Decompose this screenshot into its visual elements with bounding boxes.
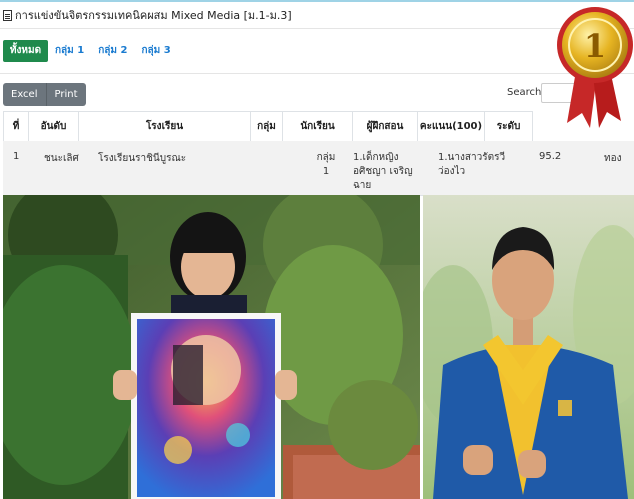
- column-header-group[interactable]: กลุ่ม: [250, 111, 283, 142]
- cell-coach: 1.นางสาวรัตรวี ว่องไว: [438, 152, 506, 177]
- column-header-no[interactable]: ที่: [3, 111, 29, 142]
- page-title: การแข่งขันจิตรกรรมเทคนิคผสม Mixed Media …: [3, 6, 292, 24]
- cell-level: ทอง: [604, 153, 622, 164]
- divider: [0, 73, 634, 74]
- export-button-group: Excel Print: [3, 83, 86, 106]
- column-header-coach[interactable]: ผู้ฝึกสอน: [352, 111, 418, 142]
- divider: [0, 28, 634, 29]
- document-icon: [3, 9, 12, 21]
- column-header-rank[interactable]: อันดับ: [28, 111, 79, 142]
- cell-school: โรงเรียนราชินีบูรณะ: [98, 153, 187, 164]
- student-photo: [3, 195, 420, 499]
- cell-group: กลุ่ม 1: [316, 152, 336, 177]
- cell-no: 1: [13, 151, 20, 162]
- group-tabs: ทั้งหมด กลุ่ม 1 กลุ่ม 2 กลุ่ม 3: [3, 40, 178, 62]
- table-row: 1 ชนะเลิศ โรงเรียนราชินีบูรณะ กลุ่ม 1 1.…: [3, 141, 634, 196]
- tab-all[interactable]: ทั้งหมด: [3, 40, 48, 62]
- cell-student: 1.เด็กหญิง อศิชญา เจริญฉาย: [353, 152, 413, 191]
- search-label: Search:: [507, 87, 545, 98]
- cell-score: 95.2: [539, 151, 562, 162]
- excel-button[interactable]: Excel: [3, 83, 46, 106]
- medal-number: 1: [584, 27, 606, 65]
- page-title-text: การแข่งขันจิตรกรรมเทคนิคผสม Mixed Media …: [15, 9, 292, 22]
- cell-rank: ชนะเลิศ: [44, 153, 79, 164]
- first-place-medal: 1: [557, 5, 634, 130]
- column-header-score[interactable]: คะแนน(100): [417, 111, 485, 142]
- tab-group-2[interactable]: กลุ่ม 2: [91, 40, 134, 62]
- print-button[interactable]: Print: [45, 83, 86, 106]
- top-accent-line: [0, 0, 634, 2]
- column-header-school[interactable]: โรงเรียน: [78, 111, 251, 142]
- tab-group-3[interactable]: กลุ่ม 3: [134, 40, 177, 62]
- results-table: ที่ อันดับ โรงเรียน กลุ่ม นักเรียน ผู้ฝึ…: [3, 111, 533, 142]
- coach-photo: [423, 195, 634, 499]
- tab-group-1[interactable]: กลุ่ม 1: [48, 40, 91, 62]
- column-header-student[interactable]: นักเรียน: [282, 111, 353, 142]
- table-header-row: ที่ อันดับ โรงเรียน กลุ่ม นักเรียน ผู้ฝึ…: [3, 111, 533, 142]
- column-header-level[interactable]: ระดับ: [484, 111, 533, 142]
